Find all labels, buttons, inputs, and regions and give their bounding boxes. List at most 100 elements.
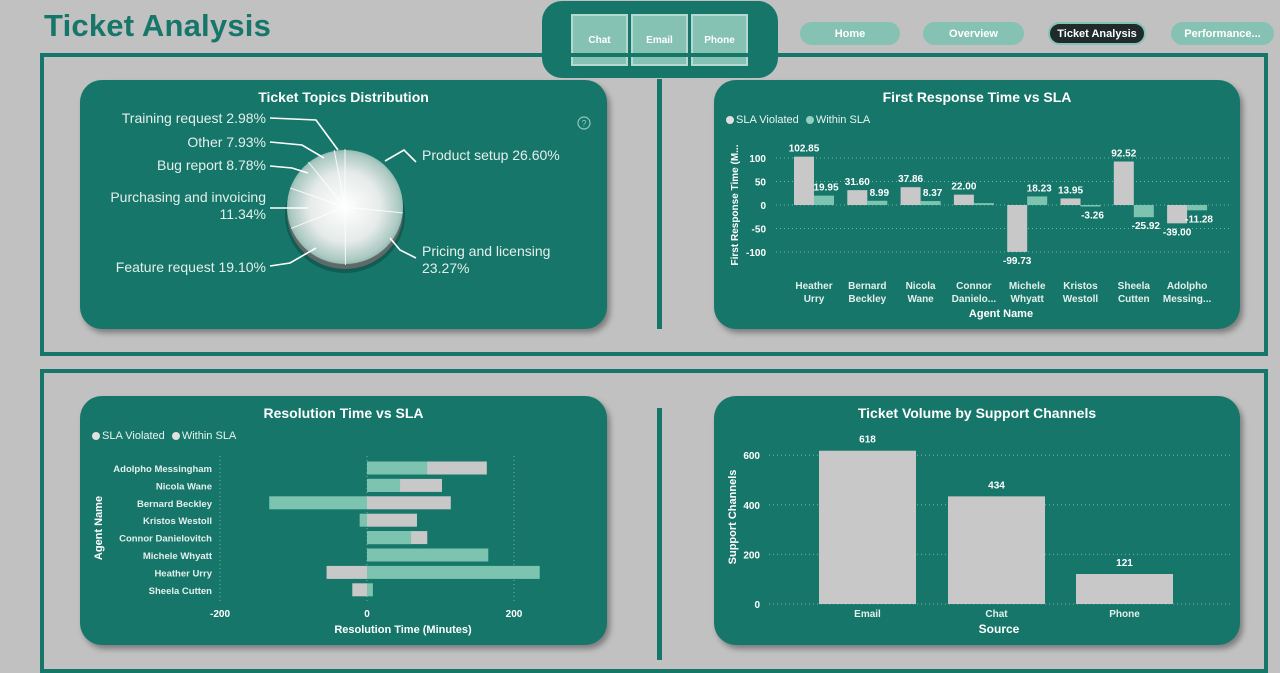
vol-bar[interactable] (948, 496, 1045, 604)
res-category-label: Heather Urry (154, 568, 212, 579)
res-category-label: Kristos Westoll (143, 516, 212, 527)
res-bar-violated[interactable] (367, 496, 451, 510)
frt-bar-within[interactable] (1187, 205, 1208, 211)
res-bar-within[interactable] (367, 531, 412, 545)
vol-ytick-label: 600 (743, 451, 760, 462)
res-bar-within[interactable] (367, 548, 489, 562)
pie-leader-line (384, 148, 417, 163)
vol-ylabel: Support Channels (727, 470, 739, 565)
page-title: Ticket Analysis (44, 8, 272, 43)
pie-slice-label: Other 7.93% (187, 134, 266, 150)
res-category-label: Connor Danielovitch (119, 534, 212, 545)
frt-data-label: 102.85 (789, 144, 820, 155)
frt-category-label: Beckley (848, 294, 886, 305)
frt-category-label: Westoll (1063, 294, 1099, 305)
pie-slice-label: 23.27% (422, 260, 469, 276)
frt-bar-within[interactable] (973, 203, 994, 205)
resolution-time-card: Resolution Time vs SLA SLA Violated With… (80, 396, 607, 645)
frt-bar-within[interactable] (920, 201, 941, 205)
pie-slice-label: Feature request 19.10% (116, 259, 266, 275)
frt-ytick-label: -50 (752, 225, 767, 236)
frt-ylabel: First Response Time (M... (730, 144, 741, 265)
frt-bar-violated[interactable] (1060, 198, 1081, 205)
vol-ytick-label: 400 (743, 501, 760, 512)
frt-data-label: -11.28 (1185, 214, 1213, 225)
vol-category-label: Email (854, 609, 881, 620)
frt-chart: 100 50 0 -50 -100 First Response Time (M... Ag… (730, 144, 1230, 320)
res-bar-within[interactable] (269, 496, 367, 510)
vol-bar[interactable] (819, 450, 916, 604)
res-xlabel: Resolution Time (Minutes) (334, 624, 472, 636)
pie-slice[interactable] (345, 207, 403, 265)
res-bar-within[interactable] (367, 565, 540, 579)
frt-bar-within[interactable] (1027, 196, 1048, 205)
vol-xlabel: Source (979, 622, 1020, 636)
pie-slice-label: 11.34% (220, 206, 266, 222)
pie-leader-line (269, 117, 339, 151)
nav-overview-button[interactable]: Overview (923, 22, 1024, 45)
frt-data-label: -25.92 (1132, 221, 1161, 232)
res-bar-within[interactable] (367, 583, 373, 597)
res-bar-within[interactable] (359, 513, 367, 527)
nav-ticket-analysis-button[interactable]: Ticket Analysis (1048, 22, 1146, 45)
frt-category-label: Kristos (1063, 281, 1098, 292)
frt-bar-violated[interactable] (1113, 161, 1134, 205)
res-bar-within[interactable] (367, 461, 428, 475)
res-chart: -200 0 200 Resolution Time (Minutes) Agent N… (93, 456, 540, 636)
frt-bar-within[interactable] (1080, 205, 1101, 207)
frt-category-label: Cutten (1118, 294, 1150, 305)
res-bar-violated[interactable] (367, 513, 417, 527)
frt-data-label: 92.52 (1111, 149, 1136, 160)
frt-ytick-label: 0 (760, 201, 766, 212)
vol-ytick-label: 0 (754, 600, 760, 611)
nav-performance-button[interactable]: Performance... (1171, 22, 1274, 45)
frt-bar-violated[interactable] (1007, 205, 1028, 252)
vol-data-label: 121 (1116, 558, 1133, 569)
frt-category-label: Heather (795, 281, 832, 292)
frt-xlabel: Agent Name (969, 308, 1033, 320)
res-category-label: Sheela Cutten (149, 586, 213, 597)
pie-slice-label: Product setup 26.60% (422, 147, 560, 163)
frt-bar-violated[interactable] (847, 190, 868, 205)
frt-data-label: 13.95 (1058, 185, 1083, 196)
frt-category-label: Sheela (1118, 281, 1151, 292)
frt-bar-within[interactable] (814, 195, 834, 205)
frt-category-label: Bernard (848, 281, 886, 292)
pie-slice[interactable] (345, 149, 403, 213)
pie-slice-label: Purchasing and invoicing (110, 189, 266, 205)
res-bar-within[interactable] (367, 478, 401, 492)
frt-data-label: 31.60 (845, 177, 870, 188)
frt-ytick-label: 100 (749, 154, 766, 165)
frt-bar-violated[interactable] (900, 187, 921, 205)
frt-category-label: Nicola (906, 281, 936, 292)
pie-leader-line (269, 141, 325, 159)
res-ylabel: Agent Name (93, 496, 105, 560)
res-xtick-label: -200 (210, 609, 230, 620)
frt-data-label: 22.00 (951, 182, 976, 193)
res-bar-violated[interactable] (352, 583, 367, 597)
frt-bar-within[interactable] (867, 200, 888, 205)
vol-category-label: Phone (1109, 609, 1140, 620)
res-category-label: Michele Whyatt (143, 551, 213, 562)
res-bar-violated[interactable] (326, 565, 367, 579)
frt-bar-violated[interactable] (794, 156, 814, 205)
frt-category-label: Michele (1009, 281, 1046, 292)
frt-data-label: -99.73 (1003, 256, 1032, 267)
res-category-label: Nicola Wane (156, 481, 212, 492)
top-divider (657, 79, 662, 329)
frt-data-label: 37.86 (898, 174, 923, 185)
nav-home-button[interactable]: Home (800, 22, 900, 45)
vol-ytick-label: 200 (743, 550, 760, 561)
frt-category-label: Urry (804, 294, 825, 305)
frt-bar-within[interactable] (1133, 205, 1154, 218)
frt-category-label: Messing... (1163, 294, 1212, 305)
frt-bar-violated[interactable] (1167, 205, 1188, 224)
pie-chart: Product setup 26.60% Pricing and licensin… (110, 110, 560, 276)
frt-bar-violated[interactable] (953, 194, 974, 205)
res-category-label: Bernard Beckley (137, 499, 213, 510)
frt-data-label: -3.26 (1081, 211, 1104, 222)
frt-ytick-label: 50 (755, 178, 767, 189)
res-xtick-label: 200 (506, 609, 523, 620)
frt-category-label: Danielo... (952, 294, 997, 305)
vol-bar[interactable] (1076, 573, 1173, 604)
